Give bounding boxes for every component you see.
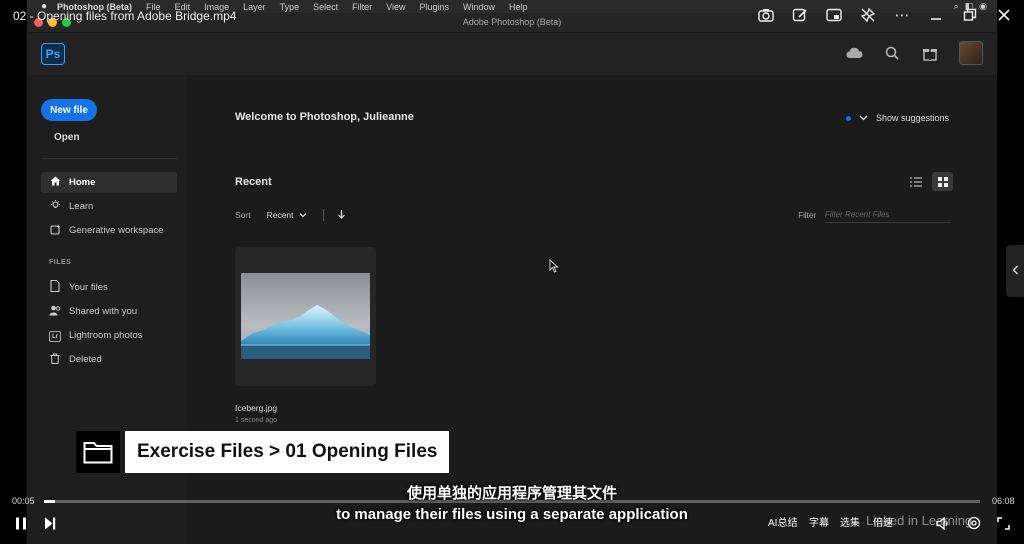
video-title: 02 - Opening files from Adobe Bridge.mp4	[13, 9, 237, 23]
open-button: Open	[54, 132, 80, 143]
sidebar-item-lightroom-photos: Lr Lightroom photos	[41, 325, 177, 346]
player-actions: ⋯	[756, 5, 1014, 25]
recent-file-time: 1 second ago	[235, 417, 278, 424]
lightbulb-icon	[48, 199, 62, 214]
sort-select: Recent	[266, 210, 294, 220]
sidebar-item-deleted: Deleted	[41, 349, 177, 370]
avatar	[959, 41, 983, 65]
search-icon	[883, 44, 901, 62]
subtitle-english: to manage their files using a separate a…	[336, 506, 688, 523]
sort-label: Sort	[235, 210, 251, 220]
recent-file-card	[235, 247, 376, 386]
filter-input: Filter Recent Files	[825, 207, 951, 223]
menu-layer: Layer	[243, 1, 266, 12]
chevron-left-icon	[1012, 264, 1019, 278]
sidebar-item-shared-with-you: Shared with you	[41, 301, 177, 322]
sort-controls: Sort Recent	[235, 209, 345, 221]
sort-divider	[322, 209, 324, 221]
gift-icon	[921, 44, 939, 62]
menu-help: Help	[509, 1, 528, 12]
header-icons	[845, 41, 983, 65]
menu-plugins: Plugins	[419, 1, 450, 12]
recent-file-name: Iceberg.jpg	[235, 403, 278, 413]
sort-direction-icon	[337, 209, 345, 221]
generative-icon	[48, 224, 62, 238]
mouse-cursor-icon	[549, 259, 559, 273]
sidebar-item-label: Your files	[69, 282, 108, 293]
lightroom-icon: Lr	[48, 329, 62, 343]
sidebar-item-your-files: Your files	[41, 277, 177, 298]
menu-window: Window	[463, 1, 496, 12]
sidebar-item-label: Deleted	[69, 354, 102, 365]
sidebar: New file Open Home Learn Generative work…	[27, 75, 187, 544]
subtitle-chinese: 使用单独的应用程序管理其文件	[406, 485, 617, 502]
main-content: Welcome to Photoshop, Julieanne Show sug…	[187, 75, 997, 544]
menu-type: Type	[279, 1, 300, 12]
folder-icon	[76, 431, 120, 473]
menu-select: Select	[313, 1, 339, 12]
file-icon	[48, 279, 62, 295]
exercise-files-path: Exercise Files > 01 Opening Files	[125, 431, 450, 473]
more-icon[interactable]: ⋯	[892, 5, 912, 25]
iceberg-thumbnail	[241, 273, 370, 359]
grid-view-icon	[932, 172, 953, 191]
menu-filter: Filter	[352, 1, 373, 12]
chevron-down-icon	[299, 210, 307, 220]
sidebar-item-home: Home	[41, 172, 177, 193]
sidebar-item-label: Generative workspace	[69, 225, 164, 236]
show-suggestions-toggle: Show suggestions	[845, 113, 949, 123]
pin-off-icon[interactable]	[858, 5, 878, 25]
trash-icon	[48, 353, 62, 367]
photoshop-logo: Ps	[41, 43, 65, 65]
sidebar-item-generative-workspace: Generative workspace	[41, 220, 177, 241]
sidebar-item-learn: Learn	[41, 196, 177, 217]
home-icon	[48, 176, 62, 189]
minimize-icon[interactable]	[926, 5, 946, 25]
list-view-icon	[905, 172, 926, 191]
menu-view: View	[386, 1, 406, 12]
side-panel-toggle[interactable]	[1006, 245, 1024, 297]
welcome-heading: Welcome to Photoshop, Julieanne	[235, 111, 414, 123]
sidebar-item-label: Learn	[69, 201, 94, 212]
sidebar-divider	[41, 158, 177, 159]
sidebar-item-label: Home	[69, 177, 96, 188]
show-suggestions-label: Show suggestions	[875, 113, 949, 123]
filter-controls: Filter Filter Recent Files	[798, 207, 951, 223]
exercise-files-overlay: Exercise Files > 01 Opening Files	[76, 431, 450, 473]
recent-heading: Recent	[235, 176, 272, 188]
restore-icon[interactable]	[960, 5, 980, 25]
screenshot-icon[interactable]	[756, 5, 776, 25]
lightroom-badge: Lr	[49, 331, 61, 343]
note-edit-icon[interactable]	[790, 5, 810, 25]
filter-label: Filter	[798, 210, 816, 220]
app-header: Ps	[27, 33, 997, 75]
files-heading: FILES	[49, 259, 72, 266]
view-toggle	[905, 172, 953, 191]
sidebar-item-label: Shared with you	[69, 306, 138, 317]
notification-dot	[845, 115, 851, 121]
picture-in-picture-icon[interactable]	[824, 5, 844, 25]
cloud-icon	[845, 44, 863, 62]
chevron-down-icon	[859, 113, 868, 123]
shared-icon	[48, 305, 62, 319]
close-icon[interactable]	[994, 5, 1014, 25]
video-frame[interactable]: ● Photoshop (Beta) File Edit Image Layer…	[27, 0, 997, 544]
new-file-button: New file	[41, 99, 97, 121]
sidebar-item-label: Lightroom photos	[69, 330, 143, 341]
